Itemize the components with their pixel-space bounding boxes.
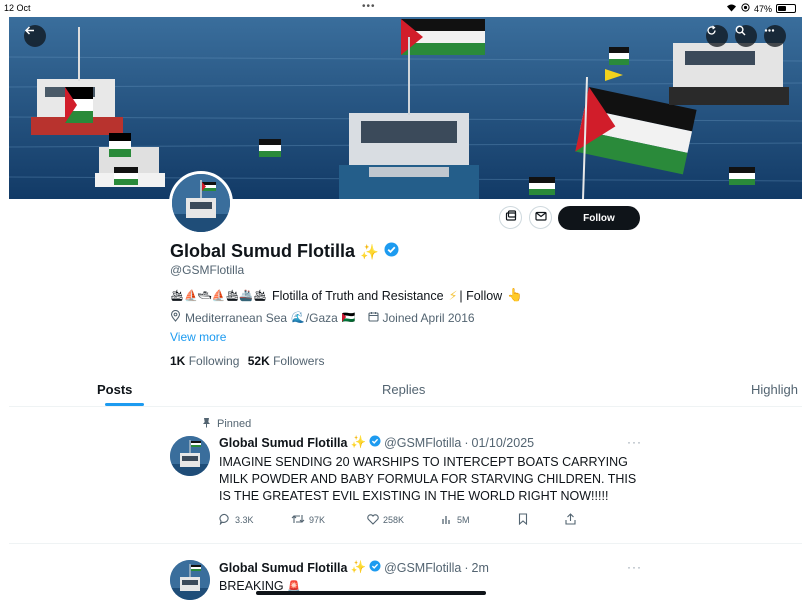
bookmark-button[interactable] <box>518 513 565 527</box>
post-sparkles-emoji: ✨ <box>350 435 367 449</box>
bio-follow-text: | Follow <box>459 288 503 303</box>
follow-button[interactable]: Follow <box>558 206 640 230</box>
repost-button[interactable]: 97K <box>291 513 367 527</box>
post-more-button[interactable]: ··· <box>627 560 642 574</box>
battery-icon <box>776 4 796 13</box>
status-right: 47% <box>726 3 796 14</box>
wave-emoji: 🌊 <box>291 312 305 324</box>
status-bar: 12 Oct ••• 47% <box>0 0 802 17</box>
post-header: Global Sumud Flotilla ✨ @GSMFlotilla · 0… <box>219 435 534 450</box>
pin-icon <box>202 417 211 431</box>
post-avatar[interactable] <box>170 436 210 476</box>
bio-ships-emoji: 🛳⛵🛥⛵🛳🚢🛳 <box>170 290 267 302</box>
mail-icon <box>534 209 547 227</box>
follow-counts: 1K Following 52K Followers <box>170 354 324 368</box>
joined-date: Joined April 2016 <box>382 310 475 325</box>
post-separator: · <box>464 435 469 450</box>
post-author-name[interactable]: Global Sumud Flotilla <box>219 561 347 575</box>
repost-count: 97K <box>309 515 326 525</box>
post-actions: 3.3K 97K 258K 5M <box>219 513 576 527</box>
bookmark-icon <box>518 513 528 527</box>
multitask-dots[interactable]: ••• <box>362 1 376 12</box>
sparkles-emoji: ✨ <box>360 243 379 261</box>
location-status-icon <box>741 3 750 14</box>
post-author-handle[interactable]: @GSMFlotilla <box>384 436 461 450</box>
bio-text: Flotilla of Truth and Resistance <box>271 288 444 303</box>
reply-button[interactable]: 3.3K <box>219 513 291 527</box>
profile-banner <box>9 17 802 199</box>
status-time: 12 Oct <box>4 3 31 13</box>
calendar-icon <box>367 311 379 325</box>
post-sparkles-emoji: ✨ <box>350 560 367 574</box>
profile-name: Global Sumud Flotilla ✨ <box>170 241 399 262</box>
profile-name-text: Global Sumud Flotilla <box>170 241 356 261</box>
post-verified-icon <box>369 560 381 575</box>
views-button[interactable]: 5M <box>441 513 518 527</box>
banner-image <box>9 17 802 199</box>
refresh-button[interactable] <box>706 25 728 47</box>
profile-meta: Mediterranean Sea 🌊 /Gaza 🇵🇸 Joined Apri… <box>170 309 475 325</box>
post-item[interactable]: Pinned Global Sumud Flotilla ✨ @GSMFloti… <box>9 407 802 544</box>
location-text: Mediterranean Sea <box>185 310 288 325</box>
verified-badge-icon[interactable] <box>384 241 399 262</box>
heart-icon <box>367 513 379 527</box>
active-tab-indicator <box>105 403 144 406</box>
post-verified-icon <box>369 435 381 450</box>
views-icon <box>441 514 453 527</box>
location-gaza-text: /Gaza <box>305 310 338 325</box>
post-avatar-image <box>170 436 210 476</box>
post-separator: · <box>464 560 469 575</box>
post-author-name[interactable]: Global Sumud Flotilla <box>219 436 347 450</box>
pinned-text: Pinned <box>217 418 252 430</box>
avatar-image <box>172 174 230 232</box>
profile-bio: 🛳⛵🛥⛵🛳🚢🛳 Flotilla of Truth and Resistance… <box>170 288 523 303</box>
post-author-handle[interactable]: @GSMFlotilla <box>384 561 461 575</box>
location-icon <box>170 309 181 325</box>
pinned-label: Pinned <box>202 417 251 431</box>
home-indicator[interactable] <box>256 591 486 595</box>
palestine-flag-emoji: 🇵🇸 <box>341 312 356 324</box>
share-button[interactable] <box>565 513 576 527</box>
tab-highlights[interactable]: Highligh <box>751 382 798 397</box>
back-button[interactable] <box>24 25 46 47</box>
reply-count: 3.3K <box>235 515 254 525</box>
profile-tabs: Posts Replies Highligh <box>9 370 802 407</box>
tab-replies[interactable]: Replies <box>382 382 425 397</box>
tab-posts[interactable]: Posts <box>97 382 132 397</box>
followers-count[interactable]: 52K <box>248 354 270 368</box>
like-count: 258K <box>383 515 405 525</box>
repost-icon <box>291 513 305 527</box>
post-text: IMAGINE SENDING 20 WARSHIPS TO INTERCEPT… <box>219 455 637 503</box>
following-count[interactable]: 1K <box>170 354 185 368</box>
profile-avatar[interactable] <box>169 171 233 235</box>
followers-label[interactable]: Followers <box>273 354 324 368</box>
profile-handle: @GSMFlotilla <box>170 263 245 277</box>
reply-icon <box>219 513 231 527</box>
subscribe-icon <box>505 209 517 227</box>
view-more-link[interactable]: View more <box>170 330 226 344</box>
more-options-button[interactable] <box>764 25 786 47</box>
post-timestamp[interactable]: 2m <box>472 561 489 575</box>
battery-percent: 47% <box>753 3 772 14</box>
subscribe-button[interactable] <box>499 206 522 229</box>
post-timestamp[interactable]: 01/10/2025 <box>472 436 535 450</box>
like-button[interactable]: 258K <box>367 513 441 527</box>
share-icon <box>565 513 576 527</box>
search-button[interactable] <box>735 25 757 47</box>
post-header: Global Sumud Flotilla ✨ @GSMFlotilla · 2… <box>219 560 489 575</box>
bio-bolt-emoji: ⚡ <box>448 289 458 303</box>
message-button[interactable] <box>529 206 552 229</box>
post-more-button[interactable]: ··· <box>627 435 642 449</box>
following-label[interactable]: Following <box>189 354 240 368</box>
wifi-icon <box>726 3 737 14</box>
post-avatar[interactable] <box>170 560 210 600</box>
views-count: 5M <box>457 515 470 525</box>
post-avatar-image <box>170 560 210 600</box>
bio-hand-emoji: 👆 <box>507 288 523 302</box>
